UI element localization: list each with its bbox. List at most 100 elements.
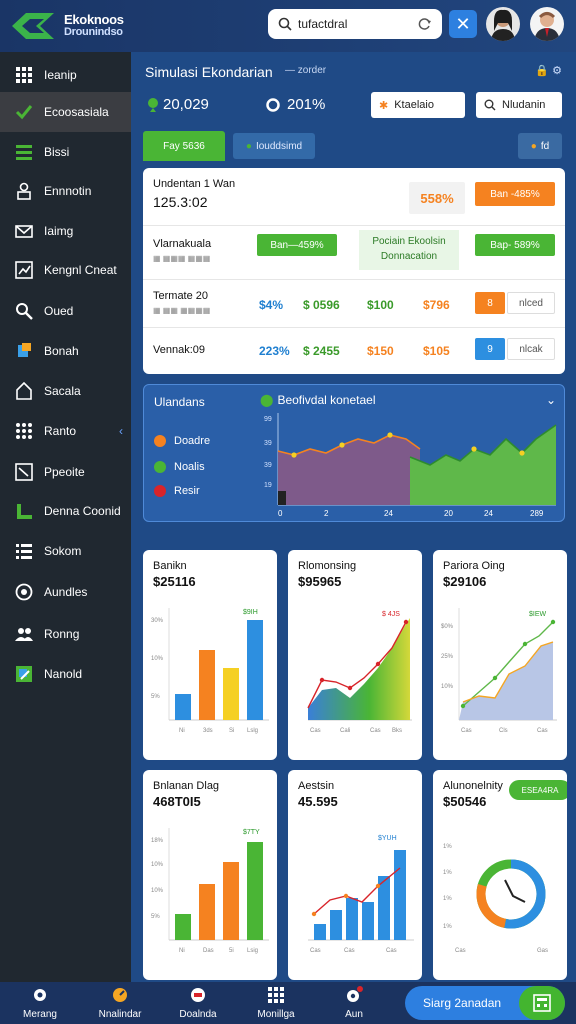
x-tick: 2 xyxy=(324,509,329,518)
metric-card-combo[interactable]: Aestsin 45.595 $YUH Cas Cas Cas xyxy=(288,770,422,980)
bottom-nav-item[interactable]: Nnalindar xyxy=(80,986,160,1020)
card-title: Bnlanan Dlag xyxy=(153,780,220,792)
sidebar-item-label: Kengnl Cneat xyxy=(44,263,117,277)
tab-primary[interactable]: Fay 5636 xyxy=(143,131,225,161)
app-logo[interactable]: Ekoknoos Drounindso xyxy=(10,11,260,41)
start-simulation-button[interactable]: Siarg 2anadan xyxy=(405,986,565,1020)
svg-text:10%: 10% xyxy=(151,862,164,868)
metric-card-bar[interactable]: Banikn $25116 $9IH 30% 10% 5% Ni 3ds Si … xyxy=(143,550,277,760)
tab-options[interactable]: ● fd xyxy=(518,133,562,159)
cta-label: Siarg 2anadan xyxy=(423,996,502,1010)
card-title: Alunonelnity xyxy=(443,780,503,792)
table-row[interactable]: Vlarnakuala ▦ ▦▦▦ ▦▦▦ Ban—459% Pociain E… xyxy=(143,226,565,280)
card-value: $50546 xyxy=(443,794,487,809)
header-actions[interactable]: 🔒 ⚙ xyxy=(535,64,562,77)
close-icon: ✕ xyxy=(455,13,471,34)
donut-chart: 1% 1% 1% 1% Cas Gas xyxy=(443,844,548,954)
legend-item[interactable]: Resir xyxy=(154,485,200,497)
row-badge[interactable]: 8 xyxy=(475,292,505,314)
row-badge[interactable]: 9 xyxy=(475,338,505,360)
sidebar-item-label: Ennnotin xyxy=(44,184,92,198)
avatar[interactable] xyxy=(530,7,564,41)
sidebar-item-sokom[interactable]: Sokom xyxy=(0,531,131,571)
page-subtitle: — zorder xyxy=(285,65,327,76)
check-icon xyxy=(14,102,34,122)
svg-text:1%: 1% xyxy=(443,924,452,930)
table-row[interactable]: Vennak:09 223% $ 2455 $150 $105 9 nlcak xyxy=(143,328,565,374)
metric-card-area[interactable]: Rlomonsing $95965 $ 4JS Cas Cali Cas Bks xyxy=(288,550,422,760)
sidebar-item-ieanip[interactable]: Ieanip xyxy=(0,55,131,95)
bottom-nav-item[interactable]: Aun xyxy=(314,986,394,1020)
bottom-nav-label: Doalnda xyxy=(179,1009,217,1020)
ktaelaio-label: Ktaelaio xyxy=(394,99,434,111)
bottom-nav-item[interactable]: Merang xyxy=(0,986,80,1020)
svg-text:39: 39 xyxy=(264,462,272,469)
stat-primary-value: 20,029 xyxy=(163,96,209,113)
row-value: 125.3:02 xyxy=(153,194,208,210)
sidebar-item-oued[interactable]: Oued xyxy=(0,291,131,331)
sidebar-item-denna-coonid[interactable]: Denna Coonid xyxy=(0,491,131,531)
metric-card-donut[interactable]: Alunonelnity $50546 ESEA4RA 1% 1% 1% 1% … xyxy=(433,770,567,980)
avatar[interactable] xyxy=(486,7,520,41)
users-icon xyxy=(14,624,34,644)
bottom-nav-item[interactable]: Monillga xyxy=(236,986,316,1020)
pin-icon: ⬤ xyxy=(260,393,274,407)
chevron-down-icon[interactable]: ⌄ xyxy=(546,393,556,407)
sidebar-item-label: Ecoosasiala xyxy=(44,105,109,119)
legend-item[interactable]: Noalis xyxy=(154,461,205,473)
sidebar-item-aundles[interactable]: Aundles xyxy=(0,572,131,612)
svg-text:Ni: Ni xyxy=(179,948,185,954)
legend-item[interactable]: Doadre xyxy=(154,435,210,447)
table-row[interactable]: Termate 20 ▦ ▦▦ ▦▦▦▦ $4% $ 0596 $100 $79… xyxy=(143,280,565,328)
card-title: Pariora Oing xyxy=(443,560,505,572)
svg-text:Ni: Ni xyxy=(179,728,185,734)
metric-card-bar[interactable]: Bnlanan Dlag 468T0I5 $7TY 18% 10% 10% 5%… xyxy=(143,770,277,980)
summary-table: Undentan 1 Wan 125.3:02 558% Ban -485% V… xyxy=(143,168,565,374)
close-button[interactable]: ✕ xyxy=(449,10,477,38)
row-tag[interactable]: nlced xyxy=(507,292,555,314)
sidebar-item-iaimg[interactable]: Iaimg xyxy=(0,211,131,251)
sidebar-item-ecoosasiala[interactable]: Ecoosasiala xyxy=(0,92,131,132)
tab-options-label: fd xyxy=(540,140,550,152)
sidebar-item-ennnotin[interactable]: Ennnotin xyxy=(0,171,131,211)
svg-text:1%: 1% xyxy=(443,896,452,902)
table-row[interactable]: Undentan 1 Wan 125.3:02 558% Ban -485% xyxy=(143,168,565,226)
area-chart: $ 4JS Cas Cali Cas Bks xyxy=(307,611,412,734)
sidebar-item-nanold[interactable]: Nanold xyxy=(0,654,131,694)
sidebar-item-ranto[interactable]: Ranto ‹ xyxy=(0,411,131,451)
sidebar-item-ronng[interactable]: Ronng xyxy=(0,614,131,654)
chevron-left-icon[interactable]: ‹ xyxy=(119,424,123,438)
legend-label: Noalis xyxy=(174,461,205,473)
nludanin-button[interactable]: Nludanin xyxy=(476,92,562,118)
card-tag: $YUH xyxy=(378,835,397,842)
tab-secondary[interactable]: ● Iouddsimd xyxy=(233,133,315,159)
cell: 223% xyxy=(259,344,290,358)
bottom-nav-item[interactable]: Doalnda xyxy=(158,986,238,1020)
status-badge[interactable]: Ban -485% xyxy=(475,182,555,206)
svg-text:99: 99 xyxy=(264,416,272,423)
status-badge[interactable]: Bap- 589% xyxy=(475,234,555,256)
chart-up-icon xyxy=(14,462,34,482)
sidebar-item-sacala[interactable]: Sacala xyxy=(0,371,131,411)
row-tag[interactable]: nlcak xyxy=(507,338,555,360)
overview-chart-panel: Ulandans ⬤ Beofivdal konetael ⌄ Doadre N… xyxy=(143,384,565,522)
line-chart: $IEW $0% 25% 10% Cas Cls Cas xyxy=(441,608,557,734)
status-badge[interactable]: Ban—459% xyxy=(257,234,337,256)
refresh-icon[interactable] xyxy=(418,17,432,31)
ktaelaio-button[interactable]: ✱ Ktaelaio xyxy=(371,92,465,118)
sidebar-item-bonah[interactable]: Bonah xyxy=(0,331,131,371)
sidebar-item-kengnl-cneat[interactable]: Kengnl Cneat xyxy=(0,250,131,290)
ring-icon xyxy=(266,97,280,112)
metric-card-line[interactable]: Pariora Oing $29106 $IEW $0% 25% 10% Cas… xyxy=(433,550,567,760)
svg-text:5%: 5% xyxy=(151,694,160,700)
bottom-nav-label: Monillga xyxy=(257,1009,295,1020)
search-input[interactable]: tufactdral xyxy=(268,9,442,39)
search-icon xyxy=(14,301,34,321)
card-tag[interactable]: ESEA4RA xyxy=(509,780,567,800)
svg-text:18%: 18% xyxy=(151,838,164,844)
sidebar-item-ppeoite[interactable]: Ppeoite xyxy=(0,452,131,492)
row-sub: ▦ ▦▦▦ ▦▦▦ xyxy=(153,254,211,263)
card-value: $25116 xyxy=(153,574,196,589)
sidebar-item-bissi[interactable]: Bissi xyxy=(0,132,131,172)
search-value: tufactdral xyxy=(298,17,348,31)
